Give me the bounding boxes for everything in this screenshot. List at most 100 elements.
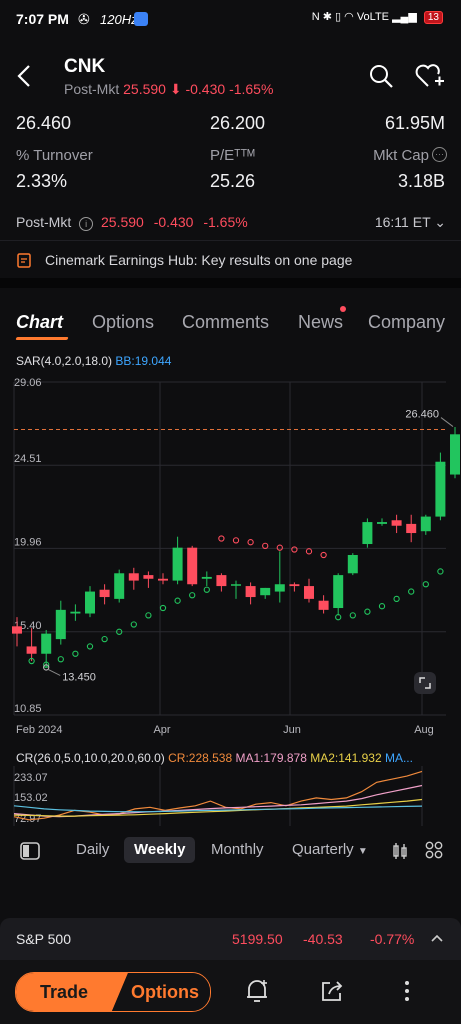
cr-y-tick: 233.07: [14, 772, 48, 784]
sar-dot: [305, 548, 313, 555]
tab-company[interactable]: Company: [368, 312, 445, 333]
y-tick-label: 24.51: [14, 453, 42, 465]
cr-series-line: [13, 770, 423, 821]
candle-body: [391, 520, 402, 526]
period-weekly[interactable]: Weekly: [124, 837, 196, 863]
cr-legend: CR(26.0,5.0,10.0,20.0,60.0) CR:228.538 M…: [16, 751, 456, 765]
candle-body: [99, 589, 110, 598]
period-quarterly-label: Quarterly: [292, 841, 354, 858]
alert-bell-icon[interactable]: [244, 978, 270, 1004]
sar-dot: [262, 542, 269, 549]
options-button[interactable]: Options: [120, 973, 210, 1011]
header-post-change: -0.430: [185, 81, 226, 97]
tab-news[interactable]: News: [298, 312, 343, 333]
chevron-up-icon: [431, 934, 443, 942]
trade-options-group: Trade Options: [15, 972, 211, 1012]
post-market-change: -0.430: [153, 214, 194, 230]
header-post-label: Post-Mkt: [64, 81, 120, 97]
sar-dot: [86, 643, 94, 650]
post-market-label: Post-Mkt: [16, 214, 72, 230]
share-icon[interactable]: [319, 978, 345, 1004]
x-tick-label: Jun: [283, 724, 301, 736]
fullscreen-button: [414, 672, 436, 694]
search-button[interactable]: [365, 60, 397, 92]
candle-body: [347, 554, 358, 574]
divider: [0, 278, 461, 288]
candle-body: [114, 573, 125, 599]
post-market-pct: -1.65%: [203, 214, 248, 230]
header-post-market: Post-Mkt 25.590 ⬇ -0.430 -1.65%: [64, 81, 273, 98]
caret-down-icon: ▼: [357, 846, 368, 857]
candle-body: [216, 575, 227, 587]
cr-label: CR(26.0,5.0,10.0,20.0,60.0): [16, 751, 165, 765]
info-icon[interactable]: i: [79, 217, 94, 231]
stat-pe: 25.26: [210, 171, 256, 191]
chevron-left-icon: [17, 65, 30, 87]
stat-high: 26.460: [16, 113, 72, 133]
index-value: 5199.50: [232, 931, 283, 947]
cr-chart[interactable]: 233.07153.0272.97: [0, 766, 461, 828]
stat-volume: 61.95M: [384, 113, 445, 133]
candle-body: [245, 586, 256, 598]
sar-dot: [159, 604, 167, 612]
chart-legend: SAR(4.0,2.0,18.0) BB:19.044: [16, 354, 171, 368]
sar-dot: [57, 656, 64, 663]
period-daily[interactable]: Daily: [66, 837, 119, 863]
cr-series-line: [13, 784, 423, 818]
earnings-hub-banner[interactable]: Cinemark Earnings Hub: Key results on on…: [0, 240, 461, 279]
bottom-action-bar: Trade Options: [0, 960, 461, 1024]
sar-dot: [72, 650, 79, 657]
cr-ma1: MA1:179.878: [235, 751, 307, 765]
candle-body: [260, 587, 271, 596]
candle-body: [201, 576, 212, 579]
header-post-pct: -1.65%: [229, 81, 274, 97]
candle-body: [85, 591, 95, 614]
layout-toggle-icon[interactable]: [20, 842, 40, 860]
candle-body: [231, 584, 241, 586]
last-price-label: 26.460: [405, 409, 439, 421]
index-name: S&P 500: [16, 931, 72, 947]
ticker-title: CNK: [64, 56, 106, 77]
watchlist-button[interactable]: [414, 60, 446, 92]
candle-body: [318, 600, 329, 610]
cr-value: CR:228.538: [168, 751, 233, 765]
post-market-time-wrap[interactable]: 16:11 ET ⌄: [375, 214, 446, 231]
hub-text: Cinemark Earnings Hub: Key results on on…: [45, 252, 353, 268]
candle-type-icon[interactable]: [391, 841, 409, 861]
refresh-rate: 120Hz: [100, 12, 138, 27]
sar-dot: [101, 635, 108, 643]
sar-dot: [422, 581, 429, 588]
sar-dot: [276, 544, 283, 551]
low-price-label: 13.450: [62, 671, 96, 683]
period-monthly[interactable]: Monthly: [201, 837, 274, 863]
pinwheel-icon: ✇: [78, 11, 90, 27]
candle-body: [333, 575, 344, 609]
candle-body: [41, 633, 52, 654]
last-price-pointer: [440, 417, 454, 427]
back-button[interactable]: [8, 60, 40, 92]
wifi-icon: ◠: [344, 11, 354, 23]
search-icon: [370, 65, 393, 88]
period-quarterly[interactable]: Quarterly ▼: [282, 837, 378, 863]
cr-ma3: MA...: [384, 751, 413, 765]
candle-body: [12, 626, 22, 634]
section-tabs: Chart Options Comments News Company: [0, 300, 461, 344]
sar-dot: [189, 592, 196, 599]
sar-dot: [174, 597, 181, 604]
sar-dot: [364, 608, 371, 615]
candle-body: [362, 522, 373, 545]
more-vertical-icon[interactable]: [400, 978, 414, 1004]
tab-options[interactable]: Options: [92, 312, 154, 333]
grid-icon[interactable]: [425, 841, 443, 859]
trade-button[interactable]: Trade: [16, 973, 112, 1011]
candle-body: [435, 461, 446, 517]
x-tick-label: Apr: [153, 724, 170, 736]
tab-comments[interactable]: Comments: [182, 312, 269, 333]
more-icon[interactable]: ···: [432, 147, 447, 162]
candle-body: [420, 516, 431, 532]
sar-dot: [218, 535, 225, 542]
chevron-down-icon: ⌄: [434, 214, 446, 230]
tab-chart[interactable]: Chart: [16, 312, 63, 333]
price-chart[interactable]: 29.0624.5119.9615.4010.85Feb 2024 Apr Jun A…: [0, 370, 461, 740]
index-ticker-bar[interactable]: S&P 500 5199.50 -40.53 -0.77%: [0, 918, 461, 960]
